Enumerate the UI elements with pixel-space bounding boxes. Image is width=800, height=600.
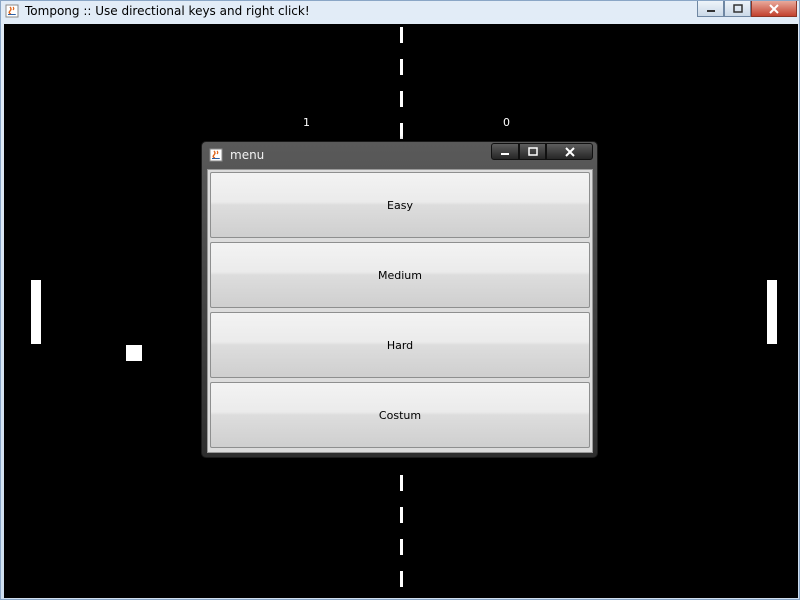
menu-dialog: menu Easy Medium Hard Costum — [201, 141, 598, 458]
hard-button[interactable]: Hard — [210, 312, 590, 378]
window-titlebar[interactable]: Tompong :: Use directional keys and righ… — [1, 1, 800, 23]
maximize-button[interactable] — [724, 1, 751, 17]
medium-button[interactable]: Medium — [210, 242, 590, 308]
dialog-minimize-button[interactable] — [491, 143, 519, 160]
center-line-dash — [400, 507, 403, 523]
close-icon — [769, 3, 779, 14]
easy-button[interactable]: Easy — [210, 172, 590, 238]
close-button[interactable] — [751, 1, 797, 17]
center-line-dash — [400, 475, 403, 491]
center-line-dash — [400, 123, 403, 139]
center-line-dash — [400, 59, 403, 75]
left-paddle — [31, 280, 41, 344]
minimize-icon — [706, 9, 715, 12]
ball — [126, 345, 142, 361]
menu-options: Easy Medium Hard Costum — [207, 169, 593, 453]
score-left: 1 — [303, 116, 310, 129]
center-line-dash — [400, 571, 403, 587]
dialog-close-button[interactable] — [546, 143, 593, 160]
minimize-button[interactable] — [697, 1, 724, 17]
close-icon — [564, 146, 575, 157]
center-line-dash — [400, 91, 403, 107]
custom-button[interactable]: Costum — [210, 382, 590, 448]
center-line-dash — [400, 27, 403, 43]
score-right: 0 — [503, 116, 510, 129]
maximize-icon — [527, 147, 538, 156]
dialog-title: menu — [230, 148, 265, 162]
right-paddle — [767, 280, 777, 344]
window-title: Tompong :: Use directional keys and righ… — [25, 4, 310, 18]
java-cup-icon — [209, 148, 223, 162]
dialog-maximize-button[interactable] — [519, 143, 546, 160]
java-cup-icon — [5, 4, 19, 18]
minimize-icon — [501, 152, 509, 155]
maximize-icon — [732, 4, 743, 13]
center-line-dash — [400, 539, 403, 555]
